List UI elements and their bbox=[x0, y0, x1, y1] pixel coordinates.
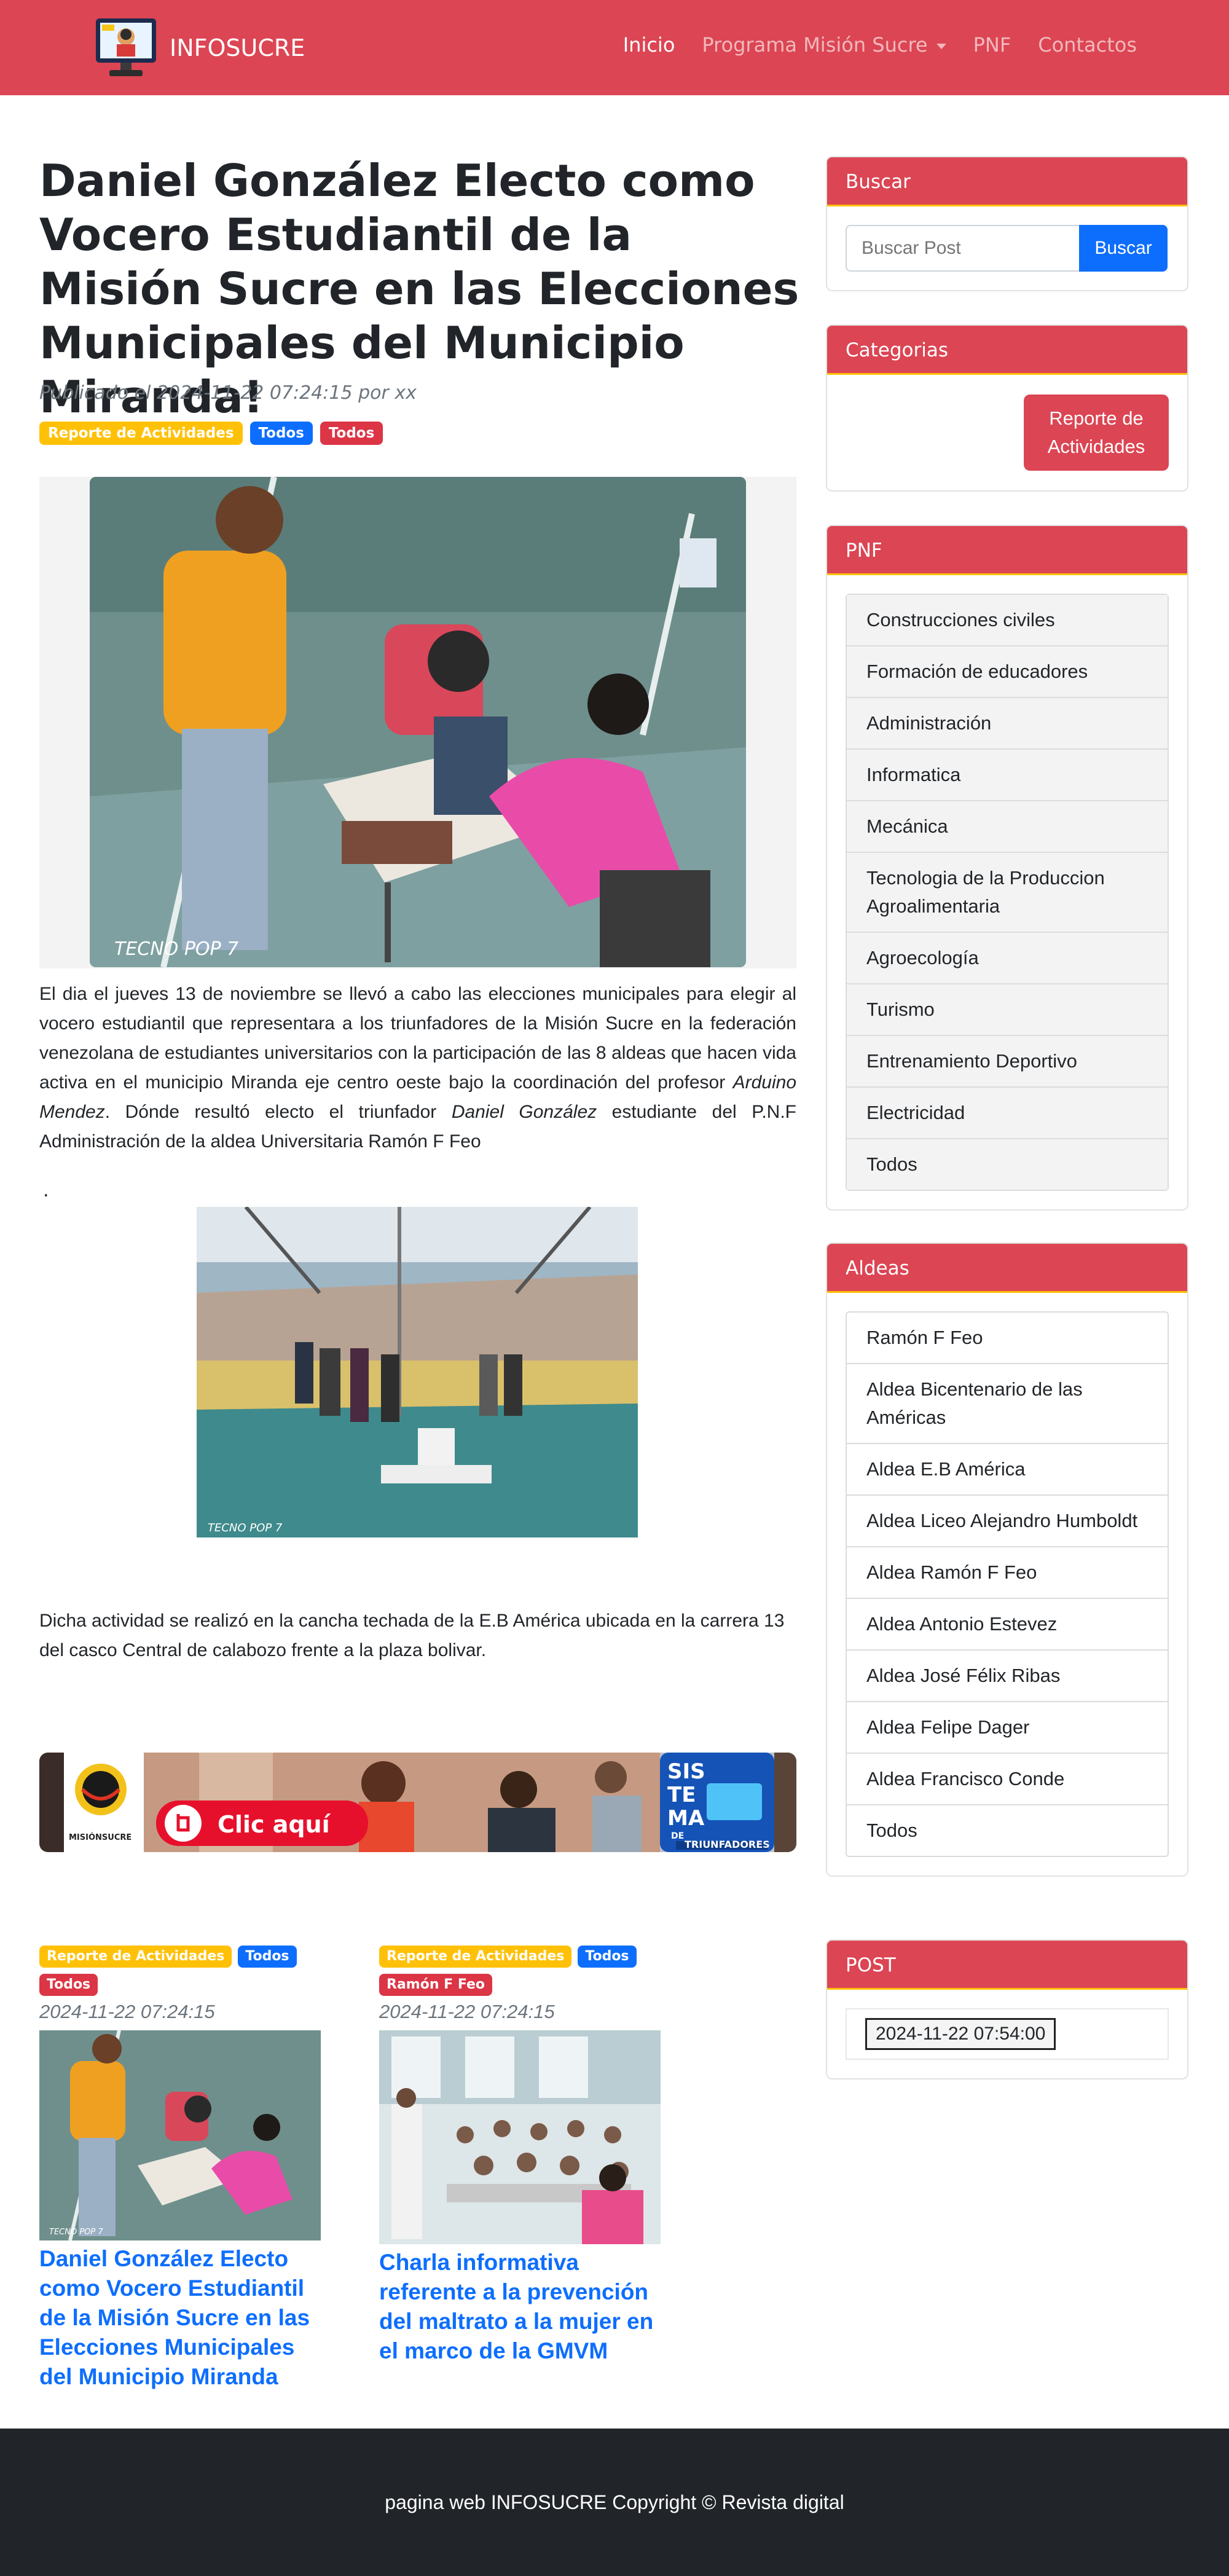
card-date: 2024-11-22 07:24:15 bbox=[39, 2001, 215, 2022]
post-date-button[interactable]: 2024-11-22 07:54:00 bbox=[865, 2018, 1056, 2050]
categories-widget: Categorias Reporte de Actividades bbox=[826, 324, 1188, 492]
para1-text-b: . Dónde resultó electo el triunfador bbox=[104, 1102, 452, 1122]
para1-name-daniel: Daniel González bbox=[451, 1102, 597, 1122]
tag-badge[interactable]: Todos bbox=[238, 1946, 297, 1968]
card-thumbnail[interactable]: TECNO POP 7 bbox=[39, 2030, 321, 2240]
post-list: 2024-11-22 07:54:00 bbox=[846, 2008, 1169, 2060]
tag-badge[interactable]: Reporte de Actividades bbox=[39, 422, 243, 445]
pnf-item[interactable]: Entrenamiento Deportivo bbox=[847, 1036, 1168, 1088]
stray-dot: . bbox=[43, 1180, 49, 1201]
card-tags: Reporte de Actividades Todos Ramón F Feo bbox=[379, 1946, 668, 1996]
card-title-link[interactable]: Daniel González Electo como Vocero Estud… bbox=[39, 2244, 328, 2392]
banner-te: TE bbox=[667, 1783, 696, 1807]
aldea-item[interactable]: Ramón F Feo bbox=[847, 1313, 1168, 1364]
pnf-list: Construcciones civiles Formación de educ… bbox=[846, 594, 1169, 1191]
article-photo-2: TECNO POP 7 bbox=[197, 1207, 638, 1537]
pnf-item[interactable]: Informatica bbox=[847, 750, 1168, 801]
tag-badge[interactable]: Reporte de Actividades bbox=[39, 1946, 232, 1968]
search-button[interactable]: Buscar bbox=[1079, 225, 1168, 272]
pnf-item[interactable]: Todos bbox=[847, 1139, 1168, 1190]
banner-sis: SIS bbox=[667, 1759, 705, 1784]
top-navbar: INFOSUCRE Inicio Programa Misión Sucre P… bbox=[0, 0, 1229, 95]
aldeas-widget: Aldeas Ramón F Feo Aldea Bicentenario de… bbox=[826, 1243, 1188, 1877]
tag-badge[interactable]: Ramón F Feo bbox=[379, 1974, 493, 1996]
post-widget: POST 2024-11-22 07:54:00 bbox=[826, 1939, 1188, 2079]
nav-link-contactos[interactable]: Contactos bbox=[1038, 33, 1137, 57]
pnf-item[interactable]: Turismo bbox=[847, 984, 1168, 1036]
aldea-item[interactable]: Todos bbox=[847, 1805, 1168, 1856]
pnf-item[interactable]: Mecánica bbox=[847, 801, 1168, 853]
related-post-card: Reporte de Actividades Todos Ramón F Feo… bbox=[379, 1946, 668, 2366]
post-meta: Publicado el 2024-11-22 07:24:15 por xx bbox=[39, 382, 417, 404]
tag-badge[interactable]: Todos bbox=[578, 1946, 637, 1968]
card-tags: Reporte de Actividades Todos Todos bbox=[39, 1946, 328, 1996]
category-button-reporte[interactable]: Reporte de Actividades bbox=[1024, 395, 1169, 471]
pnf-item[interactable]: Electricidad bbox=[847, 1088, 1168, 1139]
banner-ma: MA bbox=[667, 1806, 705, 1831]
caret-down-icon bbox=[936, 43, 946, 49]
nav-menu: Inicio Programa Misión Sucre PNF Contact… bbox=[596, 33, 1137, 57]
article-paragraph-1: El dia el jueves 13 de noviembre se llev… bbox=[39, 980, 796, 1156]
aldea-item[interactable]: Aldea Francisco Conde bbox=[847, 1754, 1168, 1805]
aldea-item[interactable]: Aldea Liceo Alejandro Humboldt bbox=[847, 1496, 1168, 1547]
pnf-widget: PNF Construcciones civiles Formación de … bbox=[826, 525, 1188, 1211]
para1-text-a: El dia el jueves 13 de noviembre se llev… bbox=[39, 984, 796, 1093]
card-title-link[interactable]: Charla informativa referente a la preven… bbox=[379, 2248, 668, 2366]
nav-link-inicio[interactable]: Inicio bbox=[623, 33, 675, 57]
tag-badge[interactable]: Todos bbox=[320, 422, 383, 445]
tag-badge[interactable]: Reporte de Actividades bbox=[379, 1946, 572, 1968]
tag-badge[interactable]: Todos bbox=[39, 1974, 98, 1996]
nav-dropdown-programa[interactable]: Programa Misión Sucre bbox=[702, 33, 946, 57]
nav-link-pnf[interactable]: PNF bbox=[973, 33, 1011, 57]
aldea-item[interactable]: Aldea Antonio Estevez bbox=[847, 1599, 1168, 1651]
related-post-card: Reporte de Actividades Todos Todos 2024-… bbox=[39, 1946, 328, 2392]
hero-image-container: TECNO POP 7 bbox=[39, 477, 796, 968]
banner-triunfadores: TRIUNFADORES bbox=[685, 1839, 770, 1850]
banner-logo-text: MISIÓNSUCRE bbox=[69, 1832, 132, 1842]
hero-watermark: TECNO POP 7 bbox=[114, 938, 238, 960]
photo2-watermark: TECNO POP 7 bbox=[208, 1522, 283, 1534]
computer-logo-icon bbox=[93, 16, 159, 80]
widget-title: Aldeas bbox=[827, 1244, 1187, 1293]
article-paragraph-2: Dicha actividad se realizó en la cancha … bbox=[39, 1611, 785, 1660]
site-footer: pagina web INFOSUCRE Copyright © Revista… bbox=[0, 2429, 1229, 2576]
pnf-item[interactable]: Formación de educadores bbox=[847, 646, 1168, 698]
aldea-item[interactable]: Aldea Bicentenario de las Américas bbox=[847, 1364, 1168, 1444]
banner-cta: Clic aquí bbox=[218, 1811, 331, 1838]
card-date: 2024-11-22 07:24:15 bbox=[379, 2001, 555, 2022]
search-input[interactable] bbox=[846, 225, 1079, 272]
nav-dropdown-label: Programa Misión Sucre bbox=[702, 33, 928, 57]
widget-title: POST bbox=[827, 1941, 1187, 1990]
aldea-item[interactable]: Aldea José Félix Ribas bbox=[847, 1651, 1168, 1702]
footer-copyright: pagina web INFOSUCRE Copyright © Revista… bbox=[385, 2491, 844, 2513]
widget-title: Categorias bbox=[827, 326, 1187, 375]
post-tags: Reporte de Actividades Todos Todos bbox=[39, 422, 383, 445]
widget-title: Buscar bbox=[827, 157, 1187, 206]
aldea-item[interactable]: Aldea E.B América bbox=[847, 1444, 1168, 1496]
search-form: Buscar bbox=[846, 225, 1169, 272]
hero-photo: TECNO POP 7 bbox=[90, 477, 746, 967]
card-thumbnail[interactable] bbox=[379, 2030, 661, 2244]
tag-badge[interactable]: Todos bbox=[249, 422, 313, 445]
banner-de: DE bbox=[671, 1831, 684, 1841]
widget-title: PNF bbox=[827, 526, 1187, 575]
pnf-item[interactable]: Administración bbox=[847, 698, 1168, 750]
search-widget: Buscar Buscar bbox=[826, 156, 1188, 291]
brand-link[interactable]: INFOSUCRE bbox=[93, 16, 305, 80]
pnf-item[interactable]: Tecnologia de la Produccion Agroalimenta… bbox=[847, 853, 1168, 933]
aldea-item[interactable]: Aldea Ramón F Feo bbox=[847, 1547, 1168, 1599]
sistema-triunfadores-banner[interactable]: MISIÓNSUCRE Clic aquí SIS TE MA DE TRIUN… bbox=[39, 1753, 796, 1852]
card-watermark: TECNO POP 7 bbox=[49, 2228, 103, 2237]
pnf-item[interactable]: Agroecología bbox=[847, 933, 1168, 984]
brand-name: INFOSUCRE bbox=[170, 34, 305, 61]
pnf-item[interactable]: Construcciones civiles bbox=[847, 595, 1168, 646]
aldeas-list: Ramón F Feo Aldea Bicentenario de las Am… bbox=[846, 1311, 1169, 1857]
aldea-item[interactable]: Aldea Felipe Dager bbox=[847, 1702, 1168, 1754]
